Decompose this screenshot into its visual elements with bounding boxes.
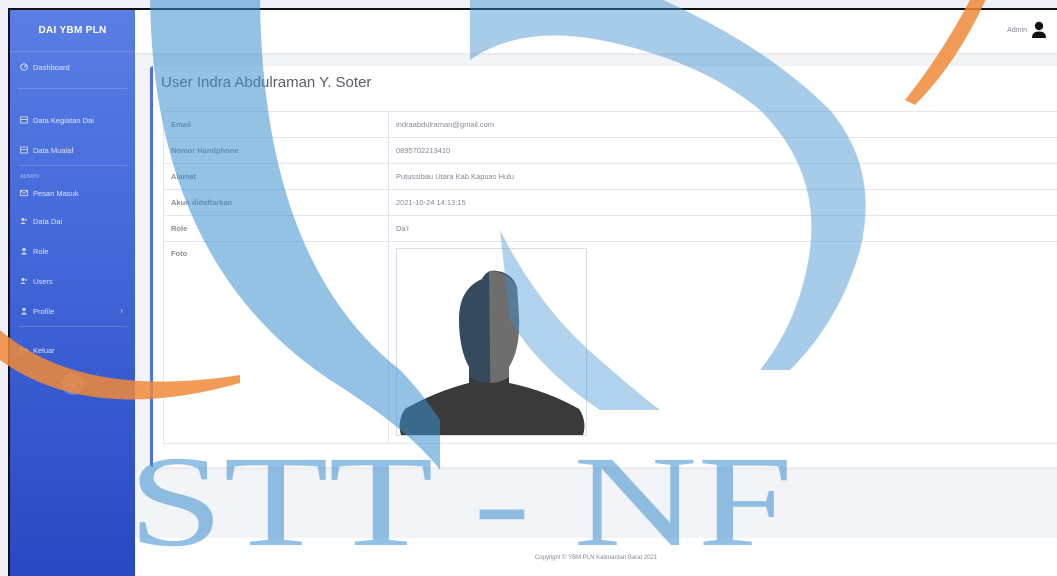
user-detail-table: Email indraabdulraman@gmail.com Nomor Ha… [163,111,1057,444]
user-detail-card: User Indra Abdulraman Y. Soter Email ind… [150,66,1057,467]
sidebar-item-dashboard[interactable]: Dashboard [10,52,135,82]
row-value: indraabdulraman@gmail.com [388,111,1057,138]
sidebar-item-label: Data Kegiatan Dai [33,115,94,125]
row-value: 2021-10-24 14:13:15 [388,189,1057,216]
sign-out-icon [20,346,29,354]
users-icon [20,277,28,285]
sidebar-item-label: Pesan Masuk [33,188,79,198]
chevron-right-icon: › [120,306,123,315]
topbar: Admin [135,10,1057,53]
row-key: Akun didaftarkan [163,189,389,216]
row-value: Putussibau Utara Kab Kapuas Hulu [388,163,1057,190]
sidebar-item-data-dai[interactable]: Data Dai [10,206,135,236]
user-icon [20,247,28,255]
user-dropdown[interactable]: Admin [1007,21,1047,39]
row-value: 0895702213410 [388,137,1057,164]
sidebar-item-pesan-masuk[interactable]: Pesan Masuk [10,180,135,206]
user-avatar-icon [1031,21,1047,39]
row-key: Nomor Handphone [163,137,389,164]
sidebar-divider [18,88,127,89]
tachometer-icon [20,63,28,71]
sidebar-item-label: Keluar [33,345,55,355]
profile-photo [396,248,587,436]
table-row: Alamat Putussibau Utara Kab Kapuas Hulu [163,163,1057,190]
sidebar-item-logout[interactable]: Keluar [10,335,135,365]
sidebar-toggle-button[interactable]: ‹ [62,373,84,395]
table-row: Email indraabdulraman@gmail.com [163,111,1057,138]
app-window: DAI YBM PLN Dashboard Data Kegiatan Dai … [8,8,1057,576]
sidebar-item-label: Dashboard [33,62,70,72]
table-row: Role Da'i [163,215,1057,242]
page-title: User Indra Abdulraman Y. Soter [161,74,372,91]
sidebar-item-users[interactable]: Users [10,266,135,296]
row-key: Foto [163,241,389,444]
row-key: Email [163,111,389,138]
sidebar-item-data-kegiatan-dai[interactable]: Data Kegiatan Dai [10,105,135,135]
sidebar-heading-admin: ADMIN [20,174,40,180]
row-value: Da'i [388,215,1057,242]
row-key: Role [163,215,389,242]
table-row: Akun didaftarkan 2021-10-24 14:13:15 [163,189,1057,216]
user-icon [20,307,28,315]
sidebar-item-role[interactable]: Role [10,236,135,266]
sidebar-item-label: Users [33,276,53,286]
footer: Copyright © YBM PLN Kalimantan Barat 202… [135,538,1057,576]
envelope-icon [20,189,28,197]
sidebar-divider [18,326,127,327]
sidebar-item-label: Role [33,246,49,256]
sidebar-item-label: Data Dai [33,216,63,226]
row-value [388,241,1057,444]
copyright-text: Copyright © YBM PLN Kalimantan Barat 202… [534,555,658,561]
sidebar: DAI YBM PLN Dashboard Data Kegiatan Dai … [10,10,135,576]
table-row: Nomor Handphone 0895702213410 [163,137,1057,164]
row-key: Alamat [163,163,389,190]
table-icon [20,146,28,154]
chevron-left-icon: ‹ [71,379,75,389]
table-icon [20,116,28,124]
users-icon [20,217,28,225]
sidebar-item-label: Data Mualaf [33,145,74,155]
username-label: Admin [1007,26,1027,34]
sidebar-item-profile[interactable]: Profile › [10,296,135,326]
brand-title[interactable]: DAI YBM PLN [10,10,135,52]
table-row: Foto [163,241,1057,444]
sidebar-item-data-mualaf[interactable]: Data Mualaf [10,135,135,165]
sidebar-item-label: Profile [33,306,55,316]
